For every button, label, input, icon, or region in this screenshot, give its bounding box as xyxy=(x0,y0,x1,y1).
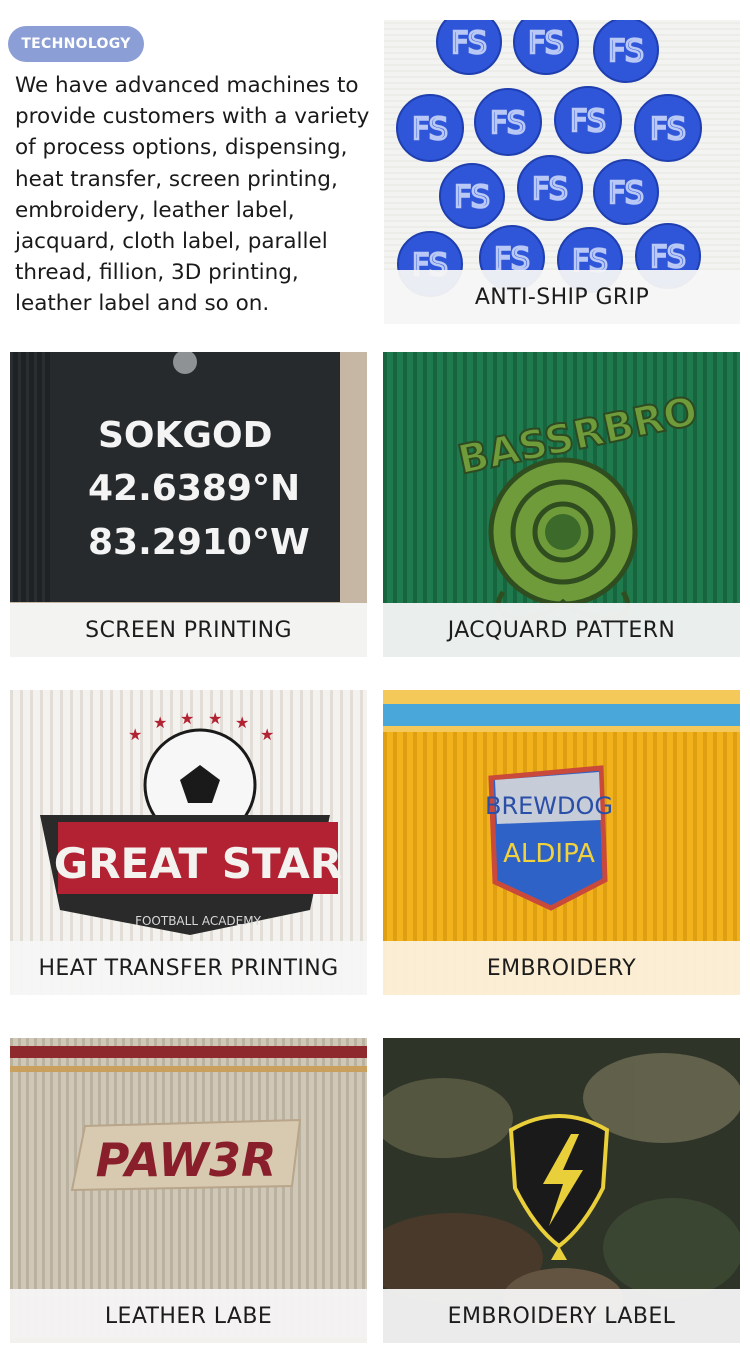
embroidery-label-caption: EMBROIDERY LABEL xyxy=(383,1289,740,1343)
grip-dot-label: FS xyxy=(412,112,448,147)
anti-slip-grip-tile: FS FS FS FS FS FS FS FS FS FS FS FS FS F… xyxy=(384,20,740,324)
screen-print-line: 42.6389°N xyxy=(88,468,300,509)
screen-printing-tile: SOKGOD 42.6389°N 83.2910°W SCREEN PRINTI… xyxy=(10,352,367,657)
technology-badge: TECHNOLOGY xyxy=(8,26,144,62)
grip-dot-label: FS xyxy=(528,26,564,61)
grip-dot-label: FS xyxy=(532,172,568,207)
grip-dot-label: FS xyxy=(650,112,686,147)
heat-transfer-caption: HEAT TRANSFER PRINTING xyxy=(10,941,367,995)
intro-text: We have advanced machines to provide cus… xyxy=(15,73,370,317)
leather-label-tile: PAW3R LEATHER LABE xyxy=(10,1038,367,1343)
embroidery-label-tile: EMBROIDERY LABEL xyxy=(383,1038,740,1343)
heat-logo-title: GREAT STAR xyxy=(54,839,343,888)
heat-logo-subtitle: FOOTBALL ACADEMY xyxy=(135,914,262,928)
jacquard-pattern-tile: BASSRBRO JACQUARD PATTERN xyxy=(383,352,740,657)
screen-print-line: 83.2910°W xyxy=(88,522,310,563)
svg-text:★: ★ xyxy=(153,713,167,732)
embroidery-patch-line1: BREWDOG xyxy=(485,792,613,820)
leather-label-text: PAW3R xyxy=(96,1133,277,1187)
svg-text:★: ★ xyxy=(208,709,222,728)
svg-text:★: ★ xyxy=(128,725,142,744)
leather-label-caption: LEATHER LABE xyxy=(10,1289,367,1343)
grip-dot-label: FS xyxy=(454,180,490,215)
heat-transfer-tile: ★ ★ ★ ★ ★ ★ GREAT STAR FOOTBALL ACADEMY HEA… xyxy=(10,690,367,995)
svg-text:★: ★ xyxy=(180,709,194,728)
grip-dot-label: FS xyxy=(490,106,526,141)
anti-slip-grip-caption: ANTI-SHIP GRIP xyxy=(384,270,740,324)
jacquard-pattern-caption: JACQUARD PATTERN xyxy=(383,603,740,657)
embroidery-caption: EMBROIDERY xyxy=(383,941,740,995)
grip-dot-label: FS xyxy=(608,34,644,69)
svg-text:★: ★ xyxy=(260,725,274,744)
grip-dot-label: FS xyxy=(608,176,644,211)
screen-print-line: SOKGOD xyxy=(98,415,272,456)
grip-dot-label: FS xyxy=(451,26,487,61)
svg-text:★: ★ xyxy=(235,713,249,732)
grip-dot-label: FS xyxy=(570,104,606,139)
embroidery-patch-line2: ALDIPA xyxy=(503,839,595,869)
screen-printing-caption: SCREEN PRINTING xyxy=(10,603,367,657)
embroidery-tile: BREWDOG ALDIPA EMBROIDERY xyxy=(383,690,740,995)
